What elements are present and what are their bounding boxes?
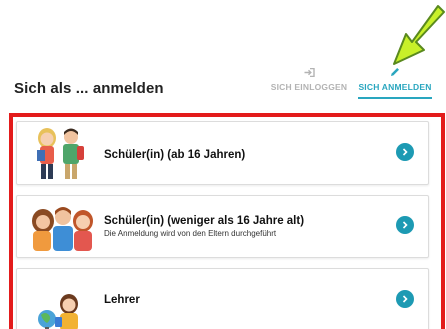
option-text: Lehrer (104, 294, 140, 306)
tab-login-label: SICH EINLOGGEN (270, 82, 348, 92)
option-label: Schüler(in) (weniger als 16 Jahre alt) (104, 215, 305, 227)
sign-in-icon (304, 66, 315, 78)
option-subtitle: Die Anmeldung wird von den Eltern durchg… (104, 229, 277, 238)
pencil-icon (390, 66, 400, 78)
option-label: Lehrer (104, 294, 140, 306)
page-title: Sich als ... anmelden (14, 80, 164, 97)
option-text: Schüler(in) (ab 16 Jahren) (104, 149, 245, 161)
auth-tabs: SICH EINLOGGEN SICH ANMELDEN (270, 66, 440, 102)
option-student-16-plus[interactable]: Schüler(in) (ab 16 Jahren) (16, 121, 429, 185)
tab-register-label: SICH ANMELDEN (358, 82, 432, 92)
tab-register[interactable]: SICH ANMELDEN (356, 66, 434, 102)
teen-students-illustration (37, 128, 84, 179)
chevron-right-icon[interactable] (396, 216, 414, 234)
chevron-right-icon[interactable] (396, 290, 414, 308)
teacher-illustration (38, 294, 78, 329)
option-student-under-16[interactable]: Schüler(in) (weniger als 16 Jahre alt) D… (16, 195, 429, 258)
annotation-arrow-icon (393, 5, 445, 65)
tab-login[interactable]: SICH EINLOGGEN (270, 66, 348, 102)
option-teacher[interactable]: Lehrer (16, 268, 429, 329)
chevron-right-icon[interactable] (396, 143, 414, 161)
registration-page: Sich als ... anmelden SICH EINLOGGEN SIC… (0, 0, 446, 329)
young-students-illustration (32, 207, 93, 251)
option-label: Schüler(in) (ab 16 Jahren) (104, 149, 246, 161)
option-text: Schüler(in) (weniger als 16 Jahre alt) D… (104, 215, 304, 238)
